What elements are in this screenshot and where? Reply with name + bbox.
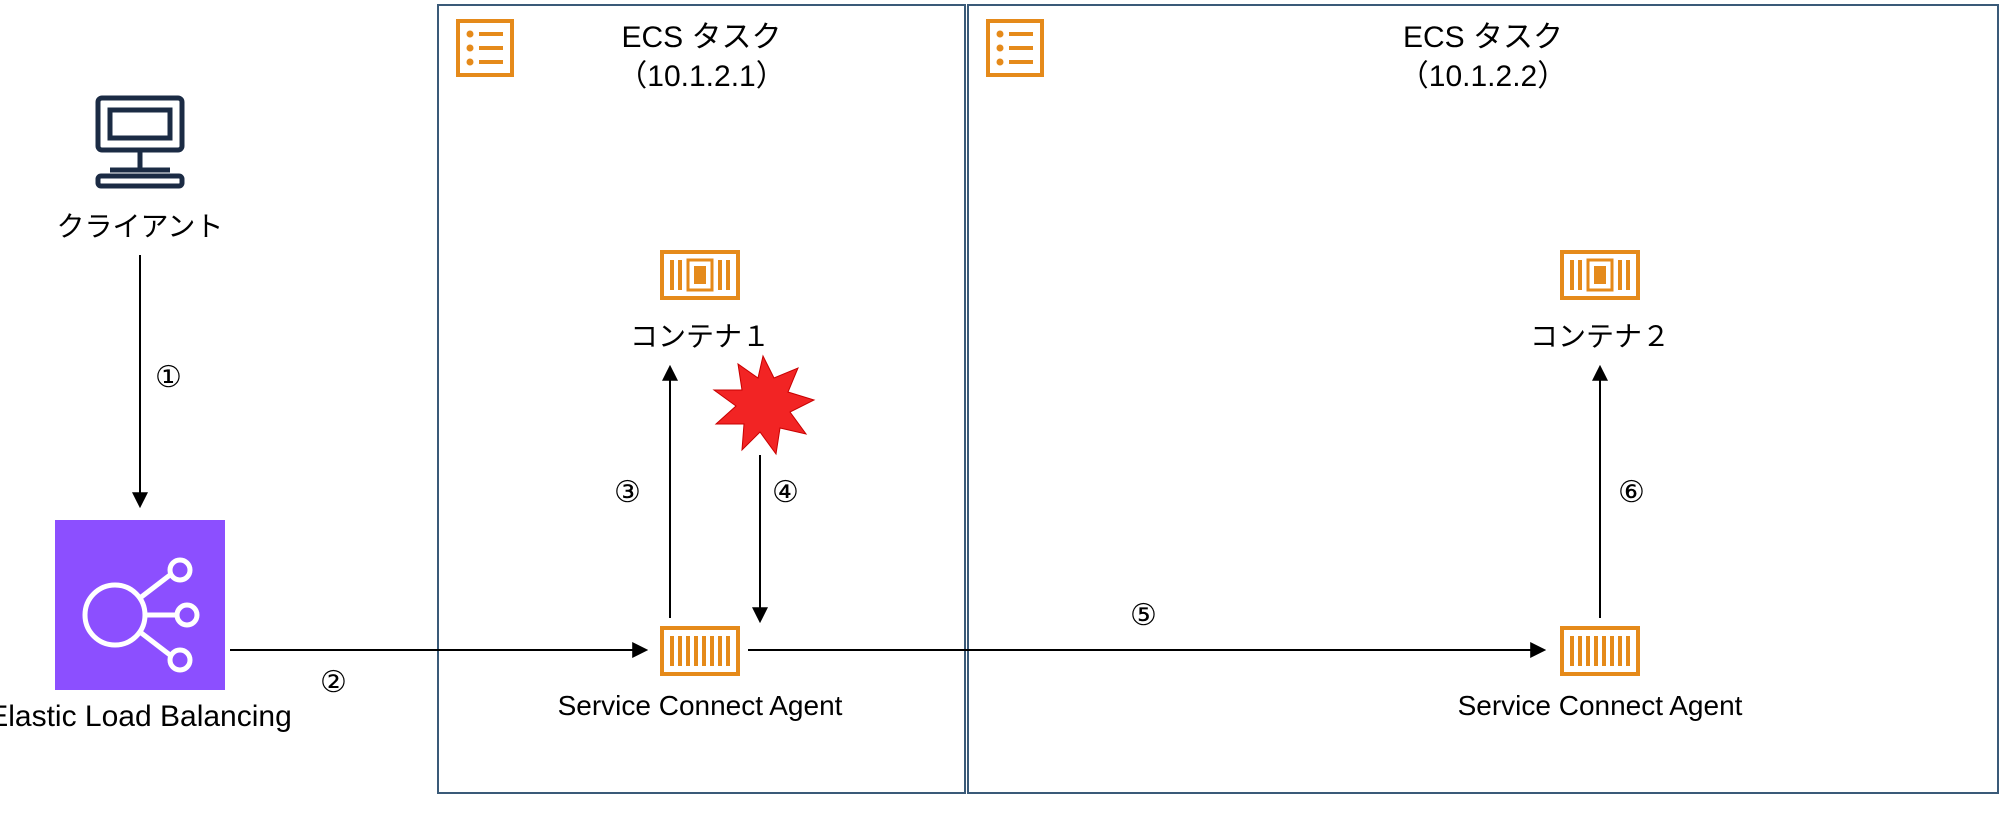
task1-list-icon [455, 18, 515, 78]
step-3-label: ③ [614, 475, 641, 510]
step-5-label: ⑤ [1130, 598, 1157, 633]
step-1-label: ① [155, 360, 182, 395]
task1-title-line1: ECS タスク [621, 21, 781, 54]
task2-title-line2: （10.1.2.2） [1399, 60, 1567, 93]
task1-container-label: コンテナ１ [600, 315, 800, 355]
elb-label: Elastic Load Balancing [0, 700, 300, 734]
task2-agent-label: Service Connect Agent [1440, 690, 1760, 722]
client-label: クライアント [40, 205, 240, 245]
error-icon [708, 350, 818, 460]
elb-icon [55, 520, 225, 690]
task2-list-icon [985, 18, 1045, 78]
arrow-2 [230, 640, 655, 660]
diagram-canvas: クライアント ① Elastic Load Balancing ECS タスク … [0, 0, 2000, 820]
task2-container-label: コンテナ２ [1500, 315, 1700, 355]
client-icon [80, 92, 200, 192]
ecs-task-2: ECS タスク （10.1.2.2） [967, 4, 1999, 794]
task2-container-icon [1560, 250, 1640, 300]
arrow-3 [660, 358, 680, 628]
arrow-5 [748, 640, 1553, 660]
arrow-4 [750, 455, 770, 630]
task1-container-icon [660, 250, 740, 300]
task1-title-line2: （10.1.2.1） [617, 60, 785, 93]
task1-agent-label: Service Connect Agent [540, 690, 860, 722]
step-6-label: ⑥ [1618, 475, 1645, 510]
task2-title-line1: ECS タスク [1403, 21, 1563, 54]
task2-agent-icon [1560, 626, 1640, 676]
step-4-label: ④ [772, 475, 799, 510]
arrow-6 [1590, 358, 1610, 628]
task1-agent-icon [660, 626, 740, 676]
arrow-1 [130, 255, 150, 515]
step-2-label: ② [320, 665, 347, 700]
